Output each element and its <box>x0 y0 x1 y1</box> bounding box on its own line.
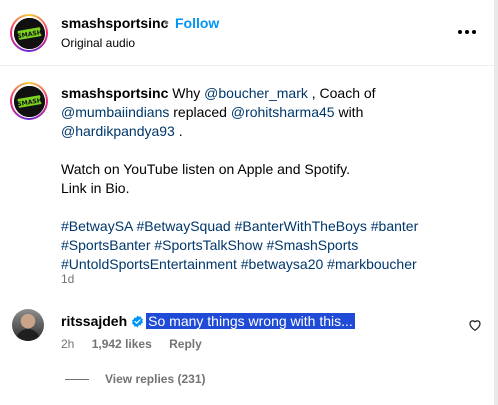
comment-timestamp[interactable]: 2h <box>61 337 74 351</box>
reply-button[interactable]: Reply <box>169 337 202 351</box>
hashtag-link[interactable]: #SportsTalkShow <box>154 237 262 253</box>
caption-word: Why <box>172 85 201 101</box>
caption-line: Link in Bio. <box>61 180 130 196</box>
commenter-avatar[interactable] <box>12 309 44 341</box>
mention-link[interactable]: @hardikpandya93 <box>61 123 175 139</box>
panel-edge <box>494 0 498 405</box>
view-replies-button[interactable]: View replies (231) <box>65 372 206 386</box>
caption-word: with <box>338 104 364 120</box>
hashtag-link[interactable]: #banter <box>371 218 418 234</box>
caption-avatar[interactable]: SMASH <box>10 82 48 120</box>
hashtag-link[interactable]: #BetwaySquad <box>137 218 231 234</box>
caption-username[interactable]: smashsportsinc <box>61 85 168 101</box>
caption-word: . <box>178 123 183 139</box>
header-divider <box>0 65 494 66</box>
header-username[interactable]: smashsportsinc <box>61 15 168 31</box>
hashtag-link[interactable]: #BanterWithTheBoys <box>235 218 367 234</box>
hashtag-link[interactable]: #SmashSports <box>266 237 358 253</box>
post-panel: SMASH smashsportsinc • Follow Original a… <box>0 0 494 405</box>
author-avatar[interactable]: SMASH <box>10 14 48 52</box>
follow-button[interactable]: Follow <box>175 15 219 31</box>
caption-timestamp[interactable]: 1d <box>61 272 74 286</box>
comment-text: So many things wrong with this... <box>146 313 355 329</box>
caption-word: , Coach of <box>311 85 376 101</box>
mention-link[interactable]: @mumbaiindians <box>61 104 169 120</box>
view-replies-label: View replies (231) <box>105 372 206 386</box>
more-options-icon[interactable] <box>455 22 479 42</box>
smash-logo-icon: SMASH <box>13 17 45 49</box>
hashtag-link[interactable]: #betwaysa20 <box>241 256 324 272</box>
smash-logo-icon: SMASH <box>13 85 45 117</box>
caption-word: replaced <box>173 104 227 120</box>
comment-username[interactable]: ritssajdeh <box>61 313 127 329</box>
verified-badge-icon <box>131 315 144 331</box>
caption-text: smashsportsinc Why @boucher_mark , Coach… <box>61 84 471 274</box>
mention-link[interactable]: @rohitsharma45 <box>231 104 335 120</box>
caption-line: Watch on YouTube listen on Apple and Spo… <box>61 161 351 177</box>
post-header: SMASH smashsportsinc • Follow Original a… <box>0 0 494 66</box>
audio-label[interactable]: Original audio <box>61 36 135 50</box>
hashtag-link[interactable]: #markboucher <box>327 256 417 272</box>
comment-likes[interactable]: 1,942 likes <box>92 337 152 351</box>
comment-body: ritssajdeh So many things wrong with this… <box>61 313 355 331</box>
hashtag-link[interactable]: #SportsBanter <box>61 237 151 253</box>
mention-link[interactable]: @boucher_mark <box>204 85 308 101</box>
hashtag-link[interactable]: #UntoldSportsEntertainment <box>61 256 237 272</box>
comment-meta: 2h 1,942 likes Reply <box>61 337 216 351</box>
heart-icon[interactable] <box>468 318 482 337</box>
replies-dash <box>65 379 89 381</box>
header-separator: • <box>164 14 169 30</box>
hashtag-link[interactable]: #BetwaySA <box>61 218 133 234</box>
